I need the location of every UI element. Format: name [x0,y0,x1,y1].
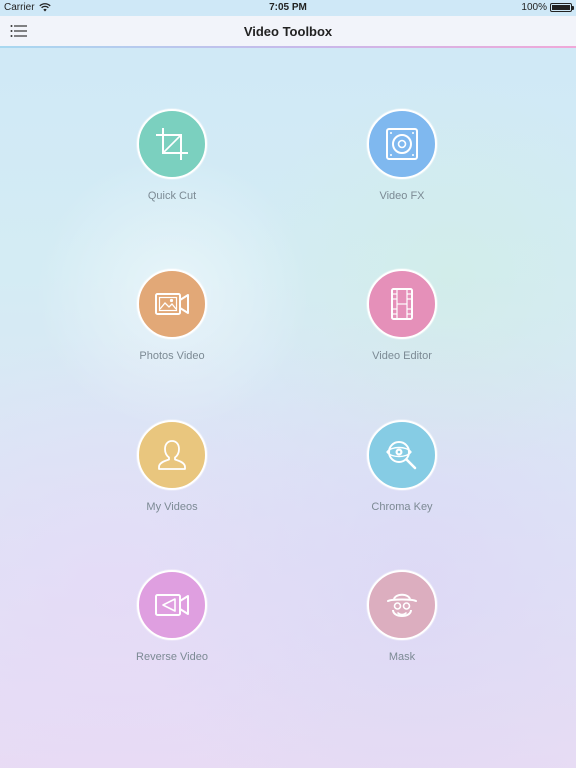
chroma-key-circle [367,420,437,490]
person-icon [158,440,186,470]
my-videos-circle [137,420,207,490]
film-strip-icon [391,288,413,320]
reverse-video-button[interactable]: Reverse Video [99,570,249,680]
battery-icon [550,3,574,12]
video-fx-circle [367,109,437,179]
mask-circle [367,570,437,640]
video-editor-circle [367,269,437,339]
status-time: 7:05 PM [269,2,307,13]
chroma-key-label: Chroma Key [371,501,433,513]
nav-bar: Video Toolbox [0,16,576,47]
crop-icon [156,128,188,160]
chroma-key-button[interactable]: Chroma Key [329,420,479,530]
video-editor-label: Video Editor [372,350,432,362]
battery-percent: 100% [521,2,547,13]
mask-label: Mask [388,651,416,663]
page-title: Video Toolbox [243,24,333,39]
reverse-camera-icon [155,594,189,616]
nav-divider [0,46,576,48]
status-bar: Carrier 7:05 PM 100% [0,0,576,16]
video-fx-button[interactable]: Video FX [329,109,479,219]
quick-cut-label: Quick Cut [147,190,197,202]
photo-video-icon [155,293,189,315]
status-right: 100% [521,2,574,13]
video-editor-button[interactable]: Video Editor [329,269,479,379]
photos-video-circle [137,269,207,339]
photos-video-label: Photos Video [139,350,205,362]
reverse-video-label: Reverse Video [136,651,208,663]
photos-video-button[interactable]: Photos Video [99,269,249,379]
mask-face-icon [387,593,417,617]
reverse-video-circle [137,570,207,640]
video-fx-label: Video FX [379,190,425,202]
quick-cut-button[interactable]: Quick Cut [99,109,249,219]
my-videos-label: My Videos [146,501,198,513]
quick-cut-circle [137,109,207,179]
my-videos-button[interactable]: My Videos [99,420,249,530]
background [0,0,576,768]
mask-button[interactable]: Mask [329,570,479,680]
eye-magnifier-icon [386,441,417,470]
speaker-icon [386,128,418,160]
